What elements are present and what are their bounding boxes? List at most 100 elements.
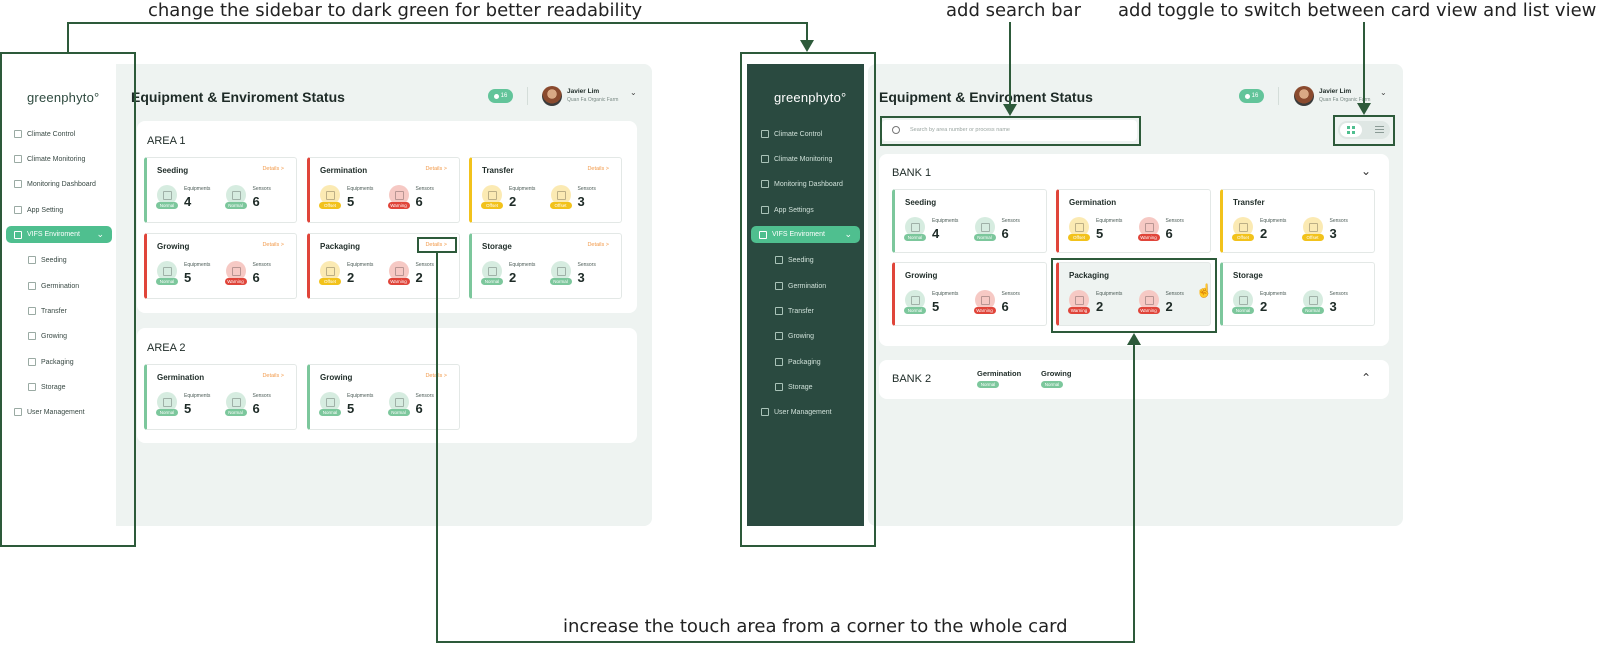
status-card-germination: Germination Details > Offset Equipments 5 War… — [307, 157, 460, 223]
status-badge: Warning — [224, 278, 247, 285]
equipments-label: Equipments — [184, 186, 211, 192]
card-title: Seeding — [905, 198, 937, 207]
equipments-label: Equipments — [1096, 218, 1123, 224]
area2-title: AREA 2 — [147, 342, 186, 354]
after-avatar[interactable] — [1294, 86, 1314, 106]
sensors-label: Sensors — [415, 393, 434, 399]
status-card-growing[interactable]: Growing Normal Equipments 5 Warning Sensors 6 — [892, 262, 1047, 326]
card-title: Germination — [1069, 198, 1117, 207]
equipments-label: Equipments — [509, 186, 536, 192]
equipment-count: 4 — [932, 226, 940, 241]
details-link[interactable]: Details > — [587, 242, 609, 248]
card-title: Storage — [482, 242, 512, 251]
bell-icon — [493, 93, 499, 99]
sensors-label: Sensors — [252, 393, 271, 399]
card-title: Growing — [905, 271, 938, 280]
sensors-label: Sensors — [1165, 218, 1184, 224]
annotation-sidebar-color: change the sidebar to dark green for bet… — [148, 0, 643, 21]
sensors-label: Sensors — [415, 262, 434, 268]
details-link[interactable]: Details > — [262, 166, 284, 172]
sensors-label: Sensors — [1329, 291, 1348, 297]
status-card-seeding: Seeding Details > Normal Equipments 4 Normal S… — [144, 157, 297, 223]
card-title: Seeding — [157, 166, 189, 175]
status-card-storage: Storage Details > Normal Equipments 2 Normal S… — [469, 233, 622, 299]
sensor-count: 6 — [415, 194, 423, 209]
after-page-title: Equipment & Enviroment Status — [879, 89, 1093, 105]
equipments-label: Equipments — [184, 262, 211, 268]
equipments-label: Equipments — [932, 291, 959, 297]
card-title: Germination — [320, 166, 368, 175]
status-badge: Normal — [1232, 307, 1254, 314]
before-notification-button[interactable]: 16 — [488, 89, 513, 103]
equipments-label: Equipments — [347, 186, 374, 192]
equipment-count: 4 — [184, 194, 192, 209]
status-badge: Warning — [1137, 234, 1160, 241]
status-card-seeding[interactable]: Seeding Normal Equipments 4 Normal Sensors 6 — [892, 189, 1047, 253]
details-link[interactable]: Details > — [262, 242, 284, 248]
sensor-count: 6 — [252, 194, 260, 209]
status-badge: Normal — [224, 409, 247, 416]
status-badge: Normal — [319, 409, 341, 416]
status-badge: Warning — [387, 202, 410, 209]
sensors-label: Sensors — [415, 186, 434, 192]
before-user-farm: Quan Fa Organic Farm — [567, 97, 619, 103]
equipment-count: 5 — [347, 401, 355, 416]
status-card-transfer[interactable]: Transfer Offset Equipments 2 Offset Sensors 3 — [1220, 189, 1375, 253]
sensors-label: Sensors — [252, 262, 271, 268]
connector — [1133, 345, 1135, 643]
arrow-icon — [1003, 104, 1017, 116]
status-badge: Offset — [1068, 234, 1090, 241]
status-badge: Offset — [549, 202, 572, 209]
status-badge: Normal — [904, 234, 926, 241]
equipment-count: 5 — [184, 401, 192, 416]
sensor-count: 3 — [1329, 299, 1337, 314]
status-card-storage[interactable]: Storage Normal Equipments 2 Normal Sensors 3 — [1220, 262, 1375, 326]
after-user-name: Javier Lim — [1319, 88, 1352, 95]
equipments-label: Equipments — [1260, 218, 1287, 224]
bank2-tag-growing: Growing — [1041, 369, 1072, 378]
status-badge: Normal — [1301, 307, 1324, 314]
chevron-down-icon[interactable]: ⌄ — [1380, 88, 1387, 97]
status-badge: Normal — [156, 202, 178, 209]
status-card-germination[interactable]: Germination Offset Equipments 5 Warning Senso… — [1056, 189, 1211, 253]
annotation-frame-sidebar-after — [740, 52, 876, 547]
equipment-count: 2 — [347, 270, 355, 285]
sensor-count: 2 — [415, 270, 423, 285]
equipment-count: 5 — [184, 270, 192, 285]
status-badge: Warning — [387, 278, 410, 285]
equipments-label: Equipments — [184, 393, 211, 399]
details-link[interactable]: Details > — [425, 166, 447, 172]
status-badge: Normal — [1041, 381, 1063, 388]
equipment-count: 2 — [1260, 226, 1268, 241]
card-title: Packaging — [320, 242, 361, 251]
bank2-tag-germination: Germination — [977, 369, 1022, 378]
status-badge: Offset — [1232, 234, 1254, 241]
sensor-count: 3 — [577, 270, 585, 285]
status-badge: Normal — [973, 234, 996, 241]
sensors-label: Sensors — [1001, 218, 1020, 224]
bank2-title: BANK 2 — [892, 373, 932, 385]
equipment-count: 5 — [1096, 226, 1104, 241]
bank1-title: BANK 1 — [892, 167, 932, 179]
chevron-down-icon[interactable]: ⌄ — [630, 88, 637, 97]
status-badge: Normal — [387, 409, 410, 416]
sensor-count: 3 — [577, 194, 585, 209]
sensor-count: 6 — [1001, 226, 1009, 241]
divider — [527, 87, 528, 105]
equipments-label: Equipments — [932, 218, 959, 224]
status-badge: Normal — [156, 409, 178, 416]
equipment-count: 2 — [1260, 299, 1268, 314]
collapse-chevron-icon[interactable]: ⌄ — [1361, 164, 1371, 178]
equipments-label: Equipments — [1260, 291, 1287, 297]
equipments-label: Equipments — [509, 262, 536, 268]
before-avatar[interactable] — [542, 86, 562, 106]
expand-chevron-icon[interactable]: ⌄ — [1361, 370, 1371, 384]
status-badge: Offset — [319, 202, 341, 209]
after-notification-button[interactable]: 16 — [1239, 89, 1264, 103]
sensors-label: Sensors — [252, 186, 271, 192]
status-card-germination: Germination Details > Normal Equipments 5 Nor… — [144, 364, 297, 430]
details-link[interactable]: Details > — [262, 373, 284, 379]
equipments-label: Equipments — [347, 393, 374, 399]
pointer-hand-icon: ☝ — [1196, 283, 1213, 298]
details-link[interactable]: Details > — [587, 166, 609, 172]
